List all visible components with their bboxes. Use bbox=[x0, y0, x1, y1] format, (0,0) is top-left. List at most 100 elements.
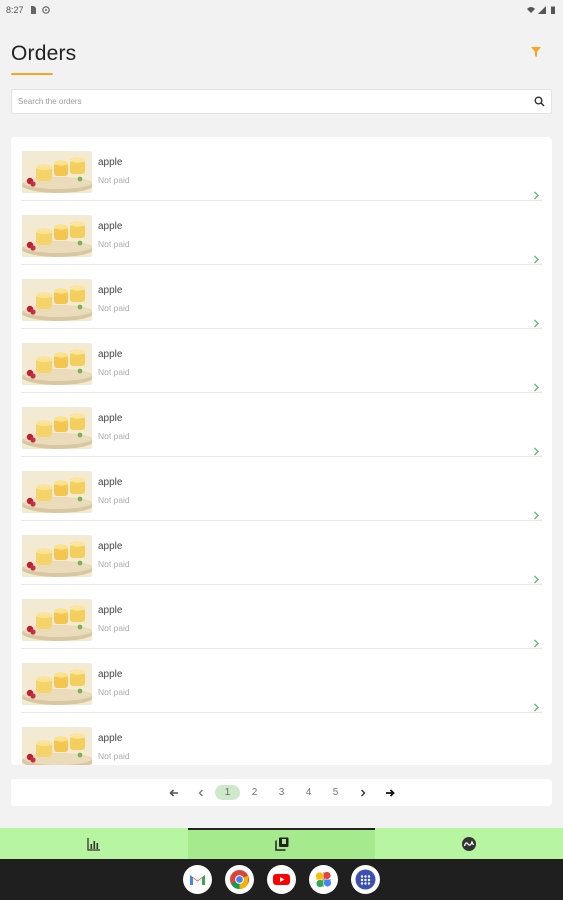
photos-icon bbox=[315, 871, 332, 888]
pagination: 1 2 3 4 5 bbox=[11, 779, 552, 806]
order-name: apple bbox=[98, 349, 123, 360]
page-number: 3 bbox=[278, 787, 285, 798]
page-number: 5 bbox=[332, 787, 339, 798]
chevron-right-icon bbox=[534, 511, 539, 520]
arrow-last-icon bbox=[385, 788, 395, 797]
photos-app[interactable] bbox=[309, 865, 338, 894]
youtube-app[interactable] bbox=[267, 865, 296, 894]
order-name: apple bbox=[98, 669, 123, 680]
profile-icon bbox=[462, 836, 477, 851]
app-drawer-icon bbox=[355, 869, 376, 890]
chevron-right-icon bbox=[534, 191, 539, 200]
order-list-item[interactable]: apple Not paid bbox=[21, 329, 542, 393]
order-list-item[interactable]: apple Not paid bbox=[21, 713, 542, 765]
page-number: 2 bbox=[251, 787, 258, 798]
next-page-button[interactable] bbox=[349, 783, 376, 803]
tab-stats[interactable] bbox=[0, 828, 188, 859]
gmail-icon bbox=[190, 875, 205, 885]
first-page-button[interactable] bbox=[160, 783, 187, 803]
orders-list: apple Not paid apple Not paid apple Not … bbox=[11, 137, 552, 765]
order-name: apple bbox=[98, 733, 123, 744]
order-list-item[interactable]: apple Not paid bbox=[21, 265, 542, 329]
chevron-right-icon bbox=[360, 789, 365, 796]
title-underline bbox=[11, 73, 53, 75]
chart-icon bbox=[87, 837, 100, 851]
order-list-item[interactable]: apple Not paid bbox=[21, 137, 542, 201]
order-name: apple bbox=[98, 477, 123, 488]
sim-card-icon bbox=[30, 6, 36, 14]
order-name: apple bbox=[98, 221, 123, 232]
order-thumbnail bbox=[22, 663, 92, 705]
order-thumbnail bbox=[22, 407, 92, 449]
order-list-item[interactable]: apple Not paid bbox=[21, 585, 542, 649]
gmail-app[interactable] bbox=[183, 865, 212, 894]
order-thumbnail bbox=[22, 215, 92, 257]
search-input[interactable] bbox=[18, 97, 534, 106]
order-name: apple bbox=[98, 541, 123, 552]
chevron-right-icon bbox=[534, 703, 539, 712]
page-1-button[interactable]: 1 bbox=[214, 783, 241, 803]
chevron-left-icon bbox=[198, 789, 203, 796]
header: Orders bbox=[11, 42, 552, 82]
page-title: Orders bbox=[11, 42, 77, 65]
order-status: Not paid bbox=[98, 687, 130, 697]
page-3-button[interactable]: 3 bbox=[268, 783, 295, 803]
order-status: Not paid bbox=[98, 367, 130, 377]
chrome-icon bbox=[230, 870, 249, 889]
order-thumbnail bbox=[22, 151, 92, 193]
search-icon[interactable] bbox=[534, 96, 545, 107]
prev-page-button[interactable] bbox=[187, 783, 214, 803]
order-name: apple bbox=[98, 413, 123, 424]
app-dock bbox=[0, 859, 563, 900]
order-list-item[interactable]: apple Not paid bbox=[21, 649, 542, 713]
order-status: Not paid bbox=[98, 175, 130, 185]
page-2-button[interactable]: 2 bbox=[241, 783, 268, 803]
order-status: Not paid bbox=[98, 431, 130, 441]
order-thumbnail bbox=[22, 535, 92, 577]
tab-orders[interactable] bbox=[187, 828, 376, 859]
chevron-right-icon bbox=[534, 255, 539, 264]
clock: 8:27 bbox=[6, 5, 24, 15]
chevron-right-icon bbox=[534, 639, 539, 648]
order-list-item[interactable]: apple Not paid bbox=[21, 457, 542, 521]
youtube-icon bbox=[273, 874, 290, 885]
chevron-right-icon bbox=[534, 447, 539, 456]
chevron-right-icon bbox=[534, 575, 539, 584]
chrome-app[interactable] bbox=[225, 865, 254, 894]
order-thumbnail bbox=[22, 727, 92, 765]
order-list-item[interactable]: apple Not paid bbox=[21, 201, 542, 265]
page-4-button[interactable]: 4 bbox=[295, 783, 322, 803]
app-drawer[interactable] bbox=[351, 865, 380, 894]
search-bar bbox=[11, 89, 552, 114]
signal-icon bbox=[538, 6, 546, 14]
order-thumbnail bbox=[22, 599, 92, 641]
order-list-item[interactable]: apple Not paid bbox=[21, 521, 542, 585]
order-name: apple bbox=[98, 285, 123, 296]
order-name: apple bbox=[98, 157, 123, 168]
tab-profile[interactable] bbox=[375, 828, 563, 859]
page-5-button[interactable]: 5 bbox=[322, 783, 349, 803]
order-status: Not paid bbox=[98, 239, 130, 249]
page-number: 1 bbox=[214, 785, 241, 800]
arrow-first-icon bbox=[168, 788, 178, 797]
settings-status-icon bbox=[41, 6, 50, 14]
bottom-nav bbox=[0, 828, 563, 859]
page-number: 4 bbox=[305, 787, 312, 798]
order-thumbnail bbox=[22, 471, 92, 513]
order-status: Not paid bbox=[98, 495, 130, 505]
orders-icon bbox=[274, 837, 288, 851]
last-page-button[interactable] bbox=[376, 783, 403, 803]
order-name: apple bbox=[98, 605, 123, 616]
chevron-right-icon bbox=[534, 319, 539, 328]
wifi-icon bbox=[527, 7, 535, 13]
order-status: Not paid bbox=[98, 623, 130, 633]
chevron-right-icon bbox=[534, 383, 539, 392]
filter-icon[interactable] bbox=[529, 45, 543, 59]
battery-icon bbox=[551, 6, 555, 14]
status-bar: 8:27 bbox=[0, 0, 563, 20]
order-status: Not paid bbox=[98, 751, 130, 761]
order-thumbnail bbox=[22, 279, 92, 321]
order-list-item[interactable]: apple Not paid bbox=[21, 393, 542, 457]
order-status: Not paid bbox=[98, 303, 130, 313]
order-status: Not paid bbox=[98, 559, 130, 569]
